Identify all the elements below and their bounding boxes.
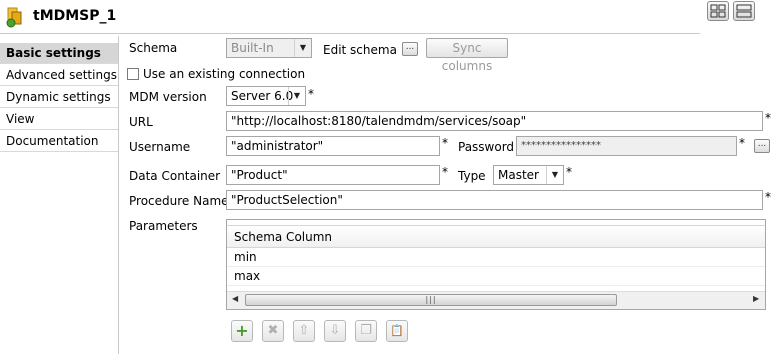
component-icon [6,7,22,28]
edit-schema-label: Edit schema [323,43,397,57]
move-down-icon: ⇩ [329,323,341,338]
scroll-left-icon[interactable]: ◀ [232,294,238,303]
url-field[interactable]: "http://localhost:8180/talendmdm/service… [226,111,763,131]
mdm-version-label: MDM version [129,90,207,104]
title-bar: tMDMSP_1 [0,0,777,34]
type-value: Master [498,168,539,182]
window-title: tMDMSP_1 [33,8,117,24]
chevron-down-icon: ▼ [294,39,311,57]
mdm-version-select[interactable]: Server 6.0 ▼ [226,86,306,106]
settings-nav: Basic settings Advanced settings Dynamic… [0,41,118,354]
nav-item-documentation[interactable]: Documentation [0,131,118,152]
chevron-down-icon: ▼ [546,166,563,184]
sync-columns-button[interactable]: Sync columns [426,38,508,73]
move-down-button[interactable]: ⇩ [324,320,346,342]
schema-value: Built-In [231,41,274,55]
schema-label: Schema [129,41,178,55]
column-header-schema-column[interactable]: Schema Column [227,225,765,248]
row-layout-button[interactable] [733,1,755,21]
table-row[interactable]: max [227,267,765,286]
scrollbar-thumb[interactable]: ||| [245,294,617,306]
existing-connection-checkbox[interactable] [127,68,139,80]
parameters-label: Parameters [129,219,198,233]
chevron-down-icon: ▼ [288,87,305,105]
required-marker: * [739,136,745,150]
edit-schema-button[interactable]: ... [402,42,418,56]
type-select[interactable]: Master ▼ [493,165,564,185]
paste-icon: 📋 [390,324,404,337]
schema-select[interactable]: Built-In ▼ [226,38,312,58]
copy-icon: ❐ [360,323,372,338]
procedure-name-field[interactable]: "ProductSelection" [226,190,763,210]
nav-item-dynamic-settings[interactable]: Dynamic settings [0,87,118,108]
username-label: Username [129,140,191,154]
nav-item-basic-settings[interactable]: Basic settings [0,43,118,64]
list-layout-icon [736,4,752,18]
horizontal-scrollbar[interactable]: ◀ ||| ▶ [227,291,765,309]
title-divider [0,33,700,34]
procedure-name-label: Procedure Name [129,194,229,208]
add-icon: + [235,321,249,340]
table-row[interactable]: min [227,248,765,267]
password-field[interactable]: **************** [516,136,737,156]
password-edit-button[interactable]: ... [754,139,770,153]
copy-button[interactable]: ❐ [355,320,377,342]
type-label: Type [458,169,486,183]
paste-button[interactable]: 📋 [386,320,408,342]
parameters-table[interactable]: Schema Column min max ◀ ||| ▶ [226,219,766,310]
username-field[interactable]: "administrator" [226,136,440,156]
existing-connection-label: Use an existing connection [143,67,306,81]
grid-layout-icon [710,4,726,18]
required-marker: * [765,111,771,125]
required-marker: * [442,136,448,150]
remove-row-button[interactable]: ✖ [262,320,284,342]
nav-item-view[interactable]: View [0,109,118,130]
move-up-button[interactable]: ⇧ [293,320,315,342]
required-marker: * [442,165,448,179]
required-marker: * [566,165,572,179]
table-layout-button[interactable] [707,1,729,21]
nav-item-advanced-settings[interactable]: Advanced settings [0,65,118,86]
add-row-button[interactable]: + [231,320,253,342]
required-marker: * [308,87,314,101]
data-container-label: Data Container [129,169,221,183]
remove-icon: ✖ [267,323,279,338]
nav-divider [118,36,119,354]
password-label: Password [458,140,515,154]
scroll-right-icon[interactable]: ▶ [753,294,759,303]
url-label: URL [129,115,153,129]
data-container-field[interactable]: "Product" [226,165,440,185]
mdm-version-value: Server 6.0 [231,89,294,103]
required-marker: * [765,190,771,204]
move-up-icon: ⇧ [298,323,310,338]
